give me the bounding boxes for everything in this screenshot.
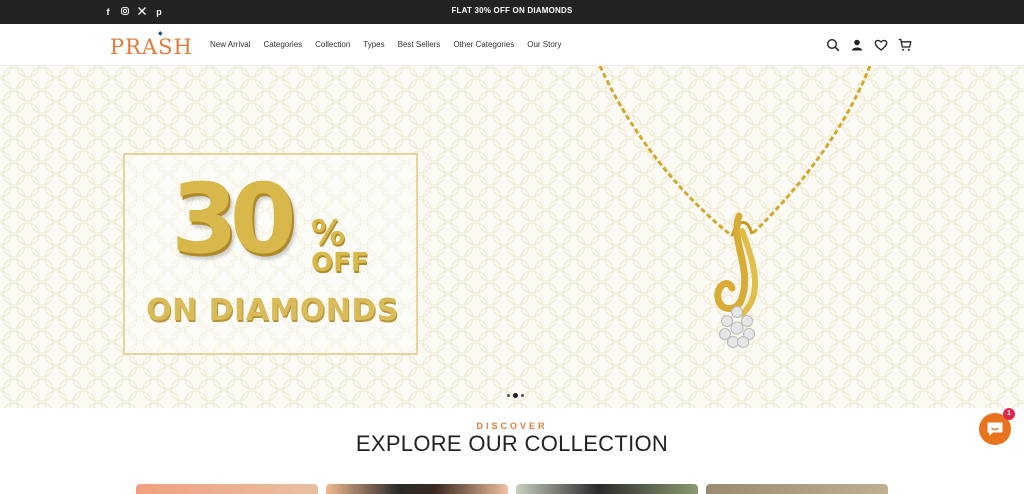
x-icon[interactable]: [138, 6, 146, 18]
collection-cards: [136, 484, 888, 494]
nav-our-story[interactable]: Our Story: [527, 40, 561, 49]
cart-icon[interactable]: [898, 38, 912, 52]
collection-card[interactable]: [326, 484, 508, 494]
discount-subline: ON DIAMONDS: [146, 293, 399, 328]
collection-card[interactable]: [136, 484, 318, 494]
announcement-bar: FLAT 30% OFF ON DIAMONDS f p: [0, 0, 1024, 24]
discount-frame: 30 % OFF ON DIAMONDS: [123, 153, 418, 355]
instagram-icon[interactable]: [121, 6, 129, 18]
slider-dots: [507, 393, 524, 398]
nav-new-arrival[interactable]: New Arrival: [210, 40, 250, 49]
pendant-necklace-image: [598, 66, 872, 348]
nav-categories[interactable]: Categories: [263, 40, 302, 49]
brand-logo[interactable]: PRASH ◆: [110, 30, 193, 59]
site-header: PRASH ◆ New Arrival Categories Collectio…: [0, 24, 1024, 66]
section-title: EXPLORE OUR COLLECTION: [355, 431, 669, 456]
header-actions: [826, 38, 912, 52]
nav-best-sellers[interactable]: Best Sellers: [398, 40, 441, 49]
slide-dot-3[interactable]: [521, 394, 524, 397]
nav-other-categories[interactable]: Other Categories: [453, 40, 514, 49]
chat-bubble-icon: [987, 422, 1003, 436]
discount-number: 30: [171, 163, 297, 275]
collection-card[interactable]: [516, 484, 698, 494]
chat-notification-badge: 1: [1003, 408, 1015, 420]
nav-collection[interactable]: Collection: [315, 40, 350, 49]
wishlist-icon[interactable]: [874, 38, 888, 52]
nav-types[interactable]: Types: [363, 40, 384, 49]
logo-text: PRASH: [110, 35, 193, 59]
collection-card[interactable]: [706, 484, 888, 494]
slide-dot-1[interactable]: [507, 394, 510, 397]
discount-off-text: OFF: [311, 248, 369, 278]
logo-star-icon: ◆: [158, 30, 164, 37]
account-icon[interactable]: [850, 38, 864, 52]
slide-dot-2[interactable]: [513, 393, 518, 398]
discount-percent-sign: %: [311, 213, 346, 253]
hero-banner[interactable]: 30 % OFF ON DIAMONDS: [0, 66, 1024, 408]
facebook-icon[interactable]: f: [104, 6, 112, 18]
pinterest-icon[interactable]: p: [155, 6, 163, 18]
social-links: f p: [104, 6, 163, 18]
search-icon[interactable]: [826, 38, 840, 52]
main-navigation: New Arrival Categories Collection Types …: [210, 40, 561, 49]
section-eyebrow: DISCOVER: [476, 421, 548, 431]
